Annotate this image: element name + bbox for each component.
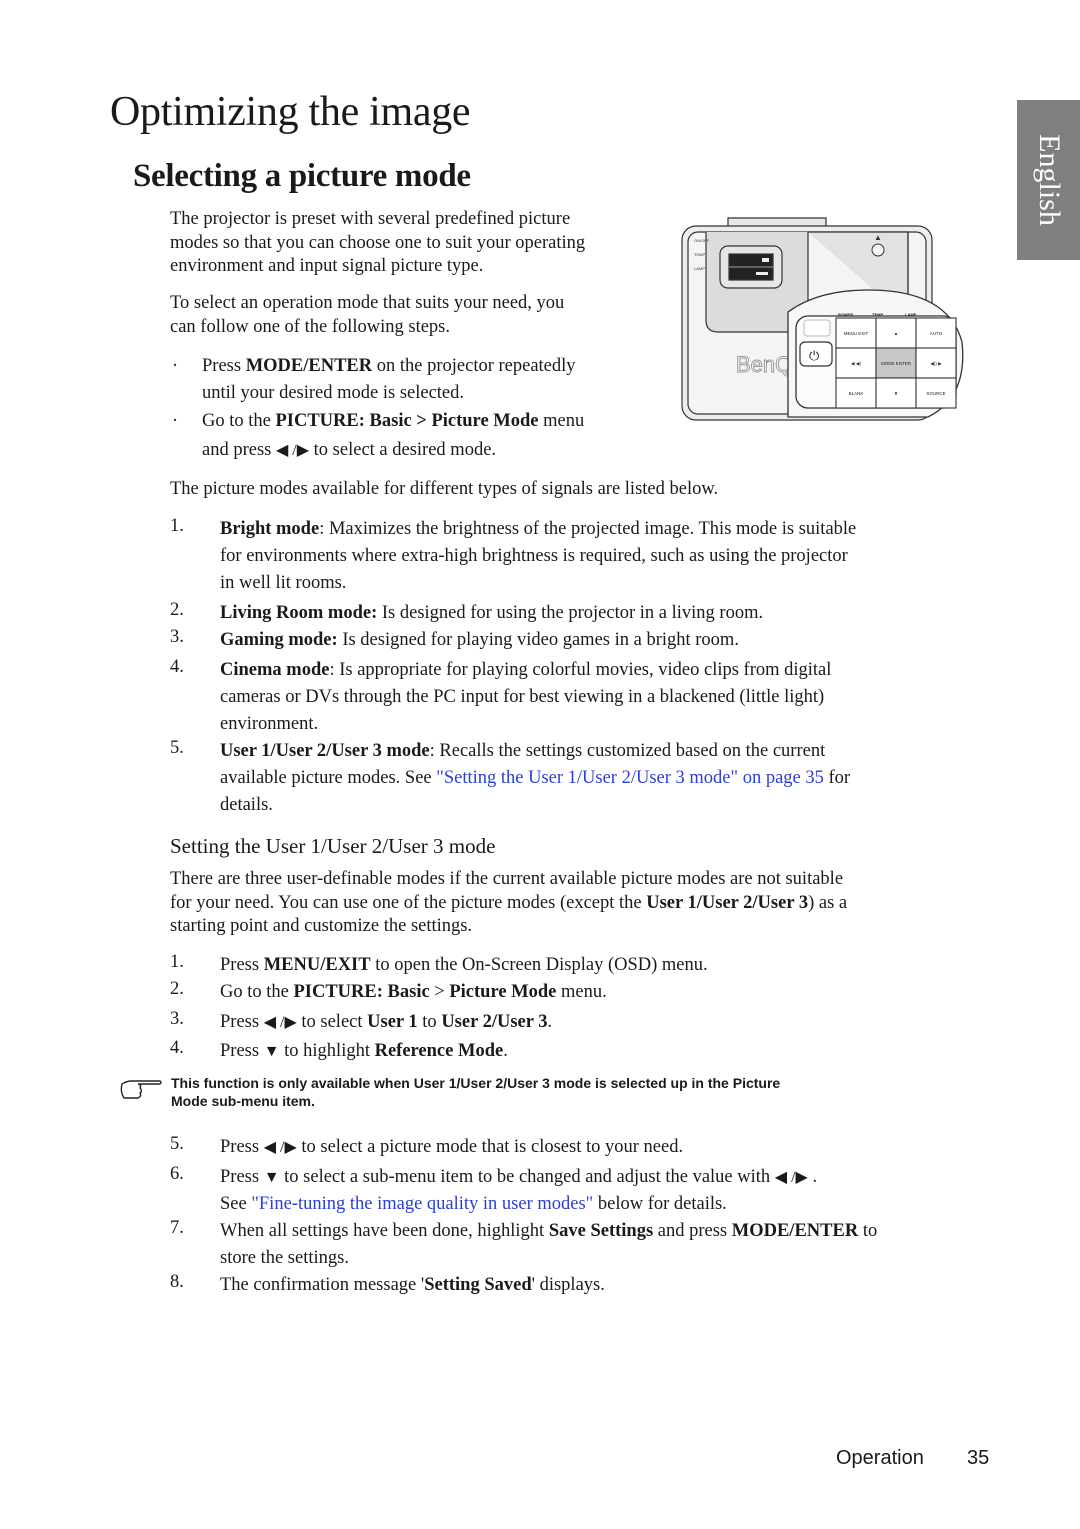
subsection-intro: There are three user-definable modes if … [170,869,848,936]
keypad-key-label: ▲ [894,331,898,336]
intro-line: environment and input signal picture typ… [170,256,484,276]
item-number: 2. [170,979,184,999]
item-number: 7. [170,1218,184,1238]
footer-section: Operation [836,1447,924,1469]
mode-name: Gaming mode: [220,630,338,650]
cross-reference-link[interactable]: "Fine-tuning the image quality in user m… [251,1194,593,1214]
item-number: 1. [170,952,184,972]
keypad-label: POWER [838,312,853,317]
mode-name: Living Room mode: [220,603,378,623]
power-icon: ⏻ [809,349,819,364]
item-number: 5. [170,738,184,758]
projector-keypad-illustration: ON/OFF TEMP LAMP ▲ BenQ ⏻ POWER TEMP LAM… [681,217,964,421]
arrow-keys-icon: ◀ /▶ [774,1169,808,1186]
arrow-keys-icon: ◀ /▶ [263,1139,297,1156]
section-title: Selecting a picture mode [133,158,471,194]
keypad-label: TEMP [872,312,883,317]
keypad-key-label: ▼ [894,391,898,396]
svg-text:ON/OFF: ON/OFF [694,238,710,243]
item-number: 4. [170,1038,184,1058]
keypad-key-label: AUTO [930,331,943,336]
page-number: 35 [967,1447,990,1469]
item-number: 2. [170,600,184,620]
modes-intro: The picture modes available for differen… [170,479,719,499]
brand-logo: BenQ [736,352,792,377]
item-number: 8. [170,1272,184,1292]
pointing-hand-icon [120,1080,162,1099]
mode-name: Bright mode [220,519,320,539]
intro-paragraph: The projector is preset with several pre… [170,208,585,279]
item-number: 4. [170,657,184,677]
keypad-key-label: MENU EXIT [844,331,869,336]
keypad-key-label: SOURCE [926,391,945,396]
left-right-arrows-icon: ◀ /▶ [275,442,310,459]
intro-line: can follow one of the following steps. [170,316,451,337]
keypad-key-label: ◀ ◀) [851,361,861,366]
item-number: 3. [170,1009,184,1029]
keypad-key-label: ◀)) ▶ [930,361,942,366]
language-tab-label: English [1032,134,1066,226]
svg-text:▲: ▲ [874,233,882,242]
subsection-title: Setting the User 1/User 2/User 3 mode [170,834,496,858]
intro-line: To select an operation mode that suits y… [170,293,565,313]
arrow-keys-icon: ▼ [263,1043,280,1060]
item-number: 6. [170,1164,184,1184]
item-number: 3. [170,627,184,647]
intro-paragraph-2: To select an operation mode that suits y… [170,292,564,339]
arrow-keys-icon: ▼ [263,1169,280,1186]
intro-line: modes so that you can choose one to suit… [170,232,586,253]
keypad-key-label: MODE ENTER [881,361,912,366]
svg-text:LAMP: LAMP [694,266,705,271]
svg-text:TEMP: TEMP [694,252,705,257]
item-number: 5. [170,1134,184,1154]
intro-line: The projector is preset with several pre… [170,209,571,229]
keypad-label: LAMP [905,312,917,317]
page-title: Optimizing the image [110,89,471,135]
mode-name: User 1/User 2/User 3 mode [220,741,430,761]
language-tab: English [1017,100,1080,260]
keypad-key-label: BLANK [849,391,864,396]
mode-name: Cinema mode [220,660,330,680]
arrow-keys-icon: ◀ /▶ [263,1014,297,1031]
item-number: 1. [170,516,184,536]
cross-reference-link[interactable]: "Setting the User 1/User 2/User 3 mode" … [436,768,824,788]
